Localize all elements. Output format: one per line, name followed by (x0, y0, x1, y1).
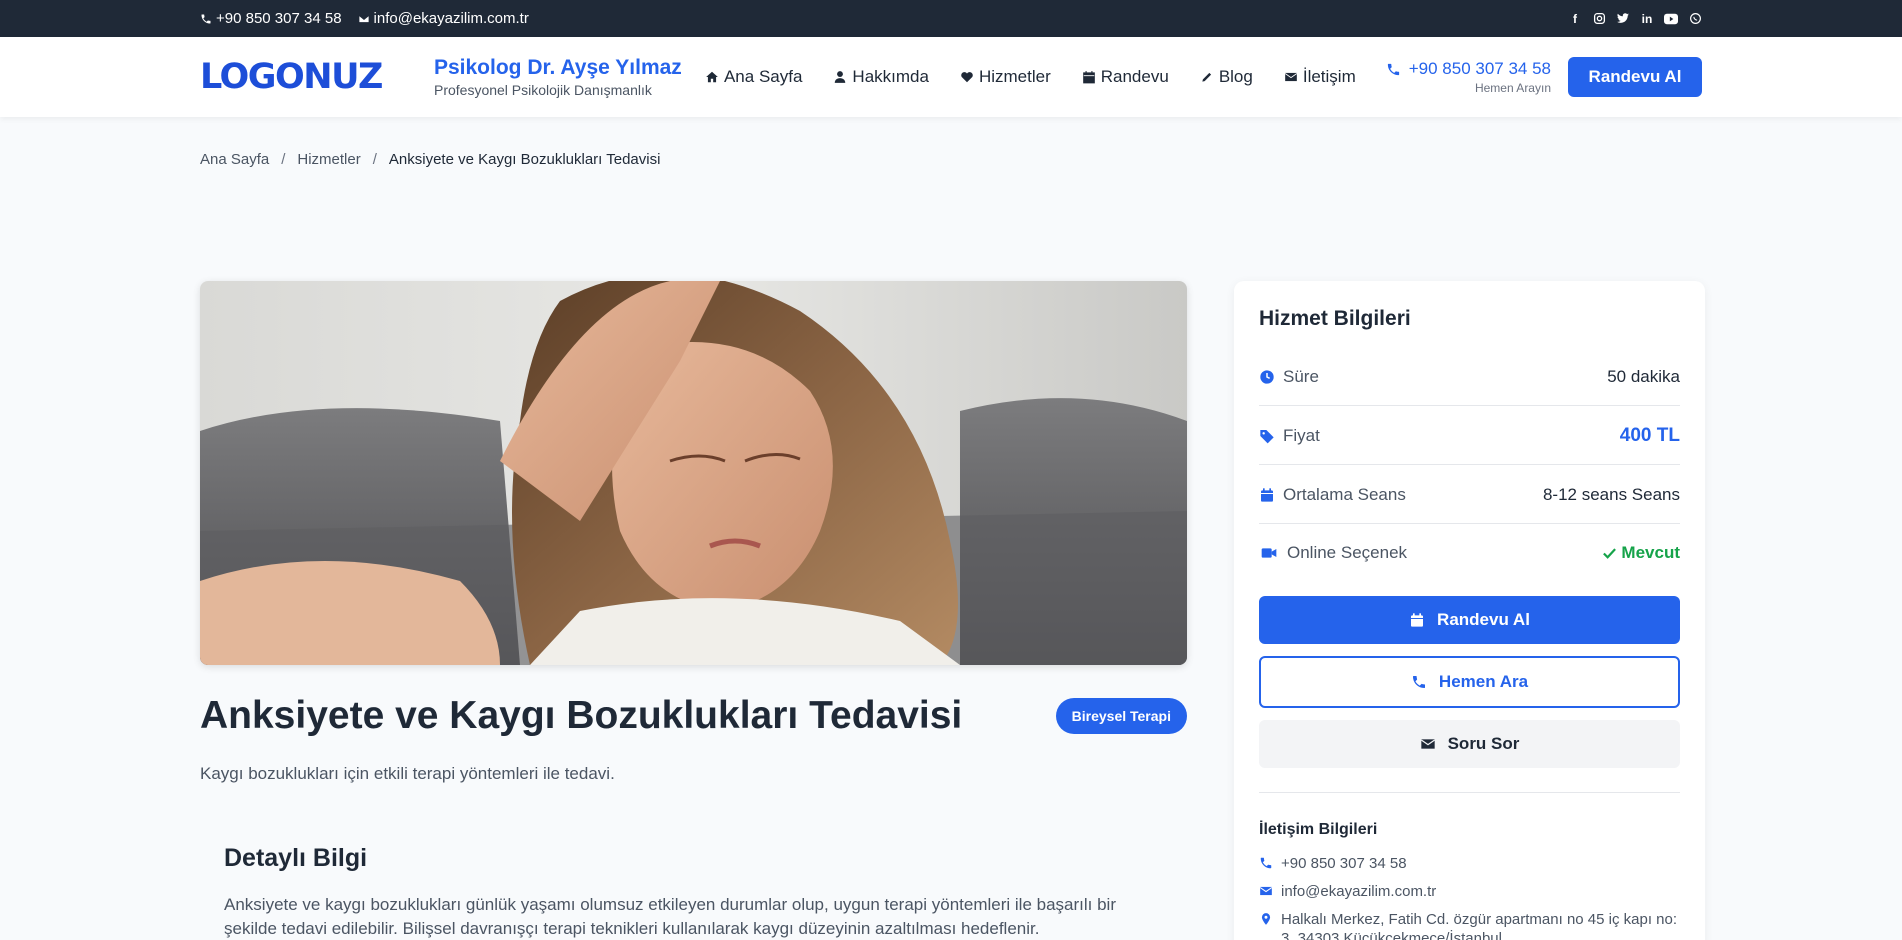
tag-icon (1260, 429, 1274, 443)
contact-phone[interactable]: +90 850 307 34 58 (1259, 854, 1680, 873)
appointment-button-label: Randevu Al (1437, 610, 1530, 629)
contact-phone-text: +90 850 307 34 58 (1281, 855, 1407, 872)
instagram-icon[interactable] (1592, 12, 1606, 26)
site-logo[interactable]: LOGONUZ (200, 57, 434, 97)
info-value: 50 dakika (1607, 366, 1680, 386)
info-row-duration: Süre 50 dakika (1259, 348, 1680, 406)
card-divider (1259, 792, 1680, 793)
detail-heading: Detaylı Bilgi (224, 844, 368, 872)
nav-item-about[interactable]: Hakkımda (833, 67, 929, 87)
header-phone-hint: Hemen Arayın (1474, 81, 1551, 95)
check-icon (1603, 547, 1617, 559)
service-info-card: Hizmet Bilgileri Süre 50 dakika Fiyat 40… (1234, 281, 1705, 940)
envelope-icon (1284, 72, 1297, 82)
category-badge[interactable]: Bireysel Terapi (1055, 698, 1187, 734)
whatsapp-icon[interactable] (1688, 12, 1702, 26)
online-status: Mevcut (1621, 543, 1680, 562)
phone-icon (1260, 857, 1272, 869)
info-row-price: Fiyat 400 TL (1259, 407, 1680, 465)
contact-email[interactable]: info@ekayazilim.com.tr (1259, 882, 1680, 901)
call-button-label: Hemen Ara (1438, 672, 1529, 691)
clock-icon (1260, 369, 1274, 384)
linkedin-icon[interactable]: in (1640, 12, 1654, 26)
nav-item-label: Hakkımda (852, 67, 929, 86)
nav-item-services[interactable]: Hizmetler (960, 67, 1051, 87)
appointment-button[interactable]: Randevu Al (1259, 596, 1680, 644)
envelope-icon (358, 14, 369, 23)
info-label: Fiyat (1283, 425, 1320, 445)
calendar-icon (1082, 71, 1095, 84)
info-label: Ortalama Seans (1283, 484, 1406, 504)
home-icon (706, 71, 718, 83)
info-value-online: Mevcut (1602, 543, 1680, 563)
brand-name: Psikolog Dr. Ayşe Yılmaz (433, 56, 682, 79)
header-phone-block[interactable]: +90 850 307 34 58 Hemen Arayın (1386, 59, 1551, 95)
nav-item-label: Randevu (1100, 67, 1169, 86)
map-marker-icon (1261, 913, 1271, 925)
top-bar: +90 850 307 34 58 info@ekayazilim.com.tr… (0, 0, 1902, 37)
nav-item-contact[interactable]: İletişim (1284, 67, 1356, 87)
contact-info-title: İletişim Bilgileri (1259, 821, 1378, 838)
service-lead-text: Kaygı bozuklukları için etkili terapi yö… (200, 764, 615, 783)
contact-address: Halkalı Merkez, Fatih Cd. özgür apartman… (1259, 910, 1680, 940)
youtube-icon[interactable] (1664, 12, 1678, 26)
service-title-row: Anksiyete ve Kaygı Bozuklukları Tedavisi… (200, 694, 1187, 738)
nav-item-home[interactable]: Ana Sayfa (705, 67, 802, 87)
info-row-online: Online Seçenek Mevcut (1259, 524, 1680, 582)
nav-item-appointment[interactable]: Randevu (1082, 67, 1169, 87)
info-label: Online Seçenek (1287, 543, 1408, 562)
brand-subtitle: Profesyonel Psikolojik Danışmanlık (433, 82, 652, 98)
call-button[interactable]: Hemen Ara (1259, 656, 1680, 708)
twitter-icon[interactable] (1616, 12, 1630, 26)
breadcrumb-separator: / (281, 151, 286, 168)
blog-icon (1202, 72, 1211, 82)
service-hero-image (200, 281, 1187, 665)
card-title: Hizmet Bilgileri (1259, 307, 1411, 330)
heart-icon (961, 72, 973, 83)
breadcrumb: Ana Sayfa / Hizmetler / Anksiyete ve Kay… (200, 151, 660, 168)
phone-icon (1412, 676, 1425, 688)
breadcrumb-current: Anksiyete ve Kaygı Bozuklukları Tedavisi (388, 151, 661, 168)
breadcrumb-separator: / (372, 151, 377, 168)
site-header: LOGONUZ Psikolog Dr. Ayşe Yılmaz Profesy… (0, 37, 1902, 117)
header-phone-number: +90 850 307 34 58 (1408, 59, 1551, 78)
ask-question-button[interactable]: Soru Sor (1259, 720, 1680, 768)
envelope-icon (1420, 739, 1435, 749)
phone-icon (201, 14, 211, 23)
topbar-email-text: info@ekayazilim.com.tr (373, 10, 529, 27)
nav-item-label: İletişim (1302, 67, 1356, 86)
main-nav: Ana Sayfa Hakkımda Hizmetler Randevu Blo… (705, 67, 1356, 87)
user-icon (835, 71, 846, 83)
topbar-phone-text: +90 850 307 34 58 (216, 10, 342, 27)
calendar-icon (1261, 487, 1273, 502)
topbar-email[interactable]: info@ekayazilim.com.tr (358, 10, 529, 27)
nav-item-blog[interactable]: Blog (1200, 67, 1253, 87)
info-value: 400 TL (1619, 424, 1680, 446)
envelope-icon (1259, 886, 1273, 896)
facebook-icon[interactable]: f (1568, 12, 1582, 26)
breadcrumb-services[interactable]: Hizmetler (297, 151, 360, 168)
header-appointment-button[interactable]: Randevu Al (1568, 57, 1702, 97)
topbar-phone[interactable]: +90 850 307 34 58 (200, 10, 342, 27)
detail-text: Anksiyete ve kaygı bozuklukları günlük y… (224, 895, 1116, 938)
nav-item-label: Hizmetler (978, 67, 1051, 86)
info-row-sessions: Ortalama Seans 8-12 seans Seans (1259, 466, 1680, 524)
calendar-icon (1411, 613, 1424, 627)
contact-email-text: info@ekayazilim.com.tr (1281, 883, 1437, 900)
ask-question-button-label: Soru Sor (1447, 734, 1520, 753)
nav-item-label: Blog (1218, 67, 1253, 86)
page-title: Anksiyete ve Kaygı Bozuklukları Tedavisi (200, 694, 963, 737)
info-value: 8-12 seans Seans (1542, 484, 1680, 504)
breadcrumb-home[interactable]: Ana Sayfa (200, 151, 269, 168)
contact-address-text: Halkalı Merkez, Fatih Cd. özgür apartman… (1281, 911, 1678, 940)
info-label: Süre (1283, 366, 1319, 386)
phone-icon (1387, 63, 1399, 75)
video-icon (1261, 548, 1277, 558)
brand-block[interactable]: Psikolog Dr. Ayşe Yılmaz Profesyonel Psi… (434, 56, 704, 98)
nav-item-label: Ana Sayfa (723, 67, 803, 86)
